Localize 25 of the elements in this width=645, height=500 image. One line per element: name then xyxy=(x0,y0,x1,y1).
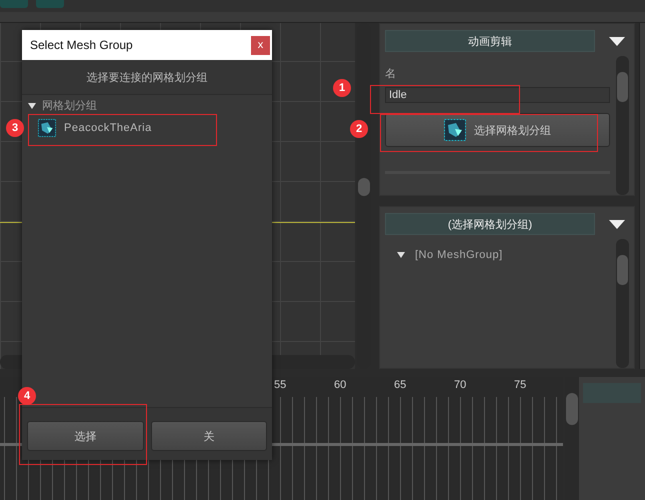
vertical-scrollbar[interactable] xyxy=(616,56,629,195)
dropdown-icon[interactable] xyxy=(609,36,625,46)
tree-item[interactable]: PeacockTheAria xyxy=(64,122,152,134)
tree-group[interactable]: 网格划分组 xyxy=(42,98,97,113)
mesh-icon xyxy=(38,119,56,137)
frame-number: 65 xyxy=(394,379,406,391)
name-field[interactable]: Idle xyxy=(385,87,610,103)
frame-number: 55 xyxy=(274,379,286,391)
frame-number: 60 xyxy=(334,379,346,391)
expand-arrow-icon[interactable] xyxy=(397,251,405,259)
expand-arrow-icon[interactable] xyxy=(28,102,36,110)
tree-item[interactable]: [No MeshGroup] xyxy=(415,249,503,261)
panel-header[interactable]: 动画剪辑 xyxy=(385,30,595,52)
name-label: 名 xyxy=(385,67,397,81)
frame-number: 75 xyxy=(514,379,526,391)
dropdown-icon[interactable] xyxy=(609,220,625,228)
frame-number: 70 xyxy=(454,379,466,391)
select-mesh-button[interactable]: 选择网格划分组 xyxy=(385,113,610,147)
mesh-icon xyxy=(444,119,466,141)
window-title: Select Mesh Group xyxy=(30,38,133,52)
select-button[interactable]: 选择 xyxy=(27,421,144,451)
vertical-scrollbar[interactable] xyxy=(616,239,629,368)
panel-header[interactable]: (选择网格划分组) xyxy=(385,213,595,235)
close-button[interactable]: 关 xyxy=(150,421,267,451)
close-button[interactable]: x xyxy=(251,36,270,54)
